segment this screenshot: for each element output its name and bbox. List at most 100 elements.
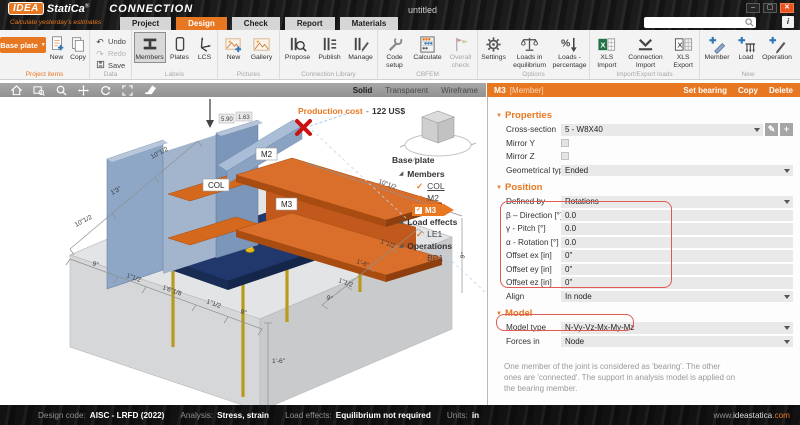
svg-text:122 US$: 122 US$	[372, 106, 405, 116]
tree-item-m2[interactable]: ✓ M2	[416, 192, 484, 204]
tree-section-load-effects[interactable]: ◢ Load effects	[399, 216, 484, 228]
add-cross-section-button[interactable]: +	[780, 123, 793, 136]
info-button[interactable]: i	[782, 16, 794, 28]
connection-import-button[interactable]: Connection Import	[625, 32, 667, 70]
home-view-icon[interactable]	[11, 84, 22, 96]
plates-labels-button[interactable]: Plates	[168, 32, 192, 63]
save-button[interactable]: Save	[95, 60, 126, 71]
mirror-z-checkbox[interactable]	[561, 152, 569, 160]
view-mode-transparent[interactable]: Transparent	[385, 86, 428, 95]
geometrical-type-dropdown[interactable]: Ended	[561, 164, 793, 176]
maximize-button[interactable]: ▢	[763, 3, 777, 13]
new-operation-button[interactable]: Operation	[760, 32, 794, 63]
tab-design[interactable]: Design	[176, 17, 227, 30]
redo-button[interactable]: ↷ Redo	[95, 48, 126, 59]
eraser-icon[interactable]	[144, 85, 157, 95]
close-button[interactable]: ✕	[780, 3, 794, 13]
new-load-button[interactable]: Load	[734, 32, 758, 63]
offset-ez-input[interactable]: 0"	[561, 277, 793, 289]
loads-percentage-button[interactable]: % Loads - percentage	[551, 32, 588, 70]
new-project-item-button[interactable]: New	[47, 32, 66, 63]
rotate-icon[interactable]	[100, 85, 111, 96]
tree-root-base-plate[interactable]: Base plate	[392, 155, 484, 168]
beta-direction-input[interactable]: 0.0	[561, 209, 793, 221]
chevron-down-icon	[784, 339, 790, 344]
undo-button[interactable]: ↶ Undo	[95, 36, 126, 47]
forces-in-dropdown[interactable]: Node	[561, 335, 793, 347]
tab-report[interactable]: Report	[284, 17, 335, 30]
gamma-pitch-input[interactable]: 0.0	[561, 223, 793, 235]
zoom-icon[interactable]	[56, 85, 67, 96]
code-setup-button[interactable]: Code setup	[380, 32, 410, 70]
m2-tag[interactable]: M2	[261, 150, 273, 159]
tab-project[interactable]: Project	[120, 17, 172, 30]
abacus-icon	[418, 34, 437, 54]
column-left-flange[interactable]	[106, 139, 168, 290]
model-type-dropdown[interactable]: N-Vy-Vz-Mx-My-Mz	[561, 322, 793, 334]
add-operation-icon	[768, 34, 787, 54]
offset-ey-input[interactable]: 0"	[561, 263, 793, 275]
view-mode-solid[interactable]: Solid	[353, 86, 373, 95]
idea-logo: IDEA	[8, 2, 44, 15]
offset-ex-input[interactable]: 0"	[561, 250, 793, 262]
col-tag[interactable]: COL	[208, 181, 225, 190]
new-member-button[interactable]: Member	[702, 32, 732, 63]
i-beam-icon	[141, 34, 159, 54]
pan-icon[interactable]	[78, 84, 89, 96]
product-name: CONNECTION	[109, 2, 194, 15]
gallery-button[interactable]: Gallery	[248, 32, 276, 63]
calculate-button[interactable]: Calculate	[412, 32, 444, 63]
section-model[interactable]: ▼ Model	[488, 306, 800, 321]
m3-tag[interactable]: M3	[281, 200, 293, 209]
mirror-y-checkbox[interactable]	[561, 138, 569, 147]
loads-in-equilibrium-button[interactable]: Loads in equilibrium	[510, 32, 549, 70]
copy-member-button[interactable]: Copy	[738, 86, 758, 95]
tab-materials[interactable]: Materials	[339, 17, 399, 30]
publish-button[interactable]: Publish	[316, 32, 344, 63]
tree-item-le1[interactable]: ✓ LE1	[416, 228, 484, 240]
xls-export-icon: X	[674, 34, 693, 54]
new-picture-button[interactable]: New	[222, 32, 246, 63]
xls-export-button[interactable]: X XLS Export	[668, 32, 698, 70]
axes-icon	[196, 34, 214, 54]
edit-cross-section-button[interactable]: ✎	[765, 123, 778, 136]
alpha-rotation-input[interactable]: 0.0	[561, 236, 793, 248]
set-bearing-button[interactable]: Set bearing	[683, 86, 727, 95]
section-position[interactable]: ▼ Position	[488, 180, 800, 195]
tab-check[interactable]: Check	[231, 17, 280, 30]
tree-item-bp1[interactable]: ✓ BP1	[416, 252, 484, 264]
gallery-icon	[252, 34, 271, 54]
minimize-button[interactable]: –	[746, 3, 760, 13]
group-connection-library: Propose Publish Manage Connection Librar…	[280, 30, 378, 79]
tree-section-members[interactable]: ◢ Members	[399, 168, 484, 180]
zoom-fit-icon[interactable]	[122, 84, 133, 96]
base-plate-dropdown[interactable]: Base plate ▼	[0, 37, 46, 53]
ribbon-tabs: Project Design Check Report Materials	[120, 17, 399, 30]
import-arrow-icon	[636, 34, 655, 54]
tree-item-m3-selected[interactable]: ✓ M3	[412, 204, 454, 216]
overall-check-button[interactable]: Overall check	[446, 32, 476, 70]
lcs-labels-button[interactable]: LCS	[194, 32, 216, 63]
zoom-window-icon[interactable]	[33, 85, 45, 96]
section-properties[interactable]: ▼ Properties	[488, 108, 800, 123]
tree-section-operations[interactable]: ◢ Operations	[399, 240, 484, 252]
manage-button[interactable]: Manage	[346, 32, 376, 63]
row-alpha-rotation: α - Rotation [°] 0.0	[488, 236, 800, 250]
copy-project-item-button[interactable]: Copy	[68, 32, 88, 63]
website-link[interactable]: www.ideastatica.com	[714, 411, 790, 420]
cross-section-dropdown[interactable]: 5 - W8X40	[561, 124, 763, 136]
viewport-3d[interactable]: 10"1/2 1'3" 10"1/2 9" 1"1/2 1'6"1/8 1"1/…	[0, 97, 486, 405]
xls-import-button[interactable]: X XLS Import	[591, 32, 623, 70]
delete-member-button[interactable]: Delete	[769, 86, 793, 95]
tree-item-col[interactable]: ✓ COL	[416, 180, 484, 192]
group-options: Settings Loads in equilibrium % Loads - …	[478, 30, 590, 79]
propose-button[interactable]: Propose	[282, 32, 314, 63]
view-mode-wireframe[interactable]: Wireframe	[441, 86, 478, 95]
group-project-items: Base plate ▼ New Copy Project items	[0, 30, 90, 79]
search-input[interactable]	[644, 17, 756, 28]
settings-button[interactable]: Settings	[479, 32, 508, 63]
defined-by-dropdown[interactable]: Rotations	[561, 196, 793, 208]
align-dropdown[interactable]: In node	[561, 290, 793, 302]
members-labels-button[interactable]: Members	[133, 32, 166, 63]
checkbox-checked-icon[interactable]: ✓	[415, 206, 422, 214]
